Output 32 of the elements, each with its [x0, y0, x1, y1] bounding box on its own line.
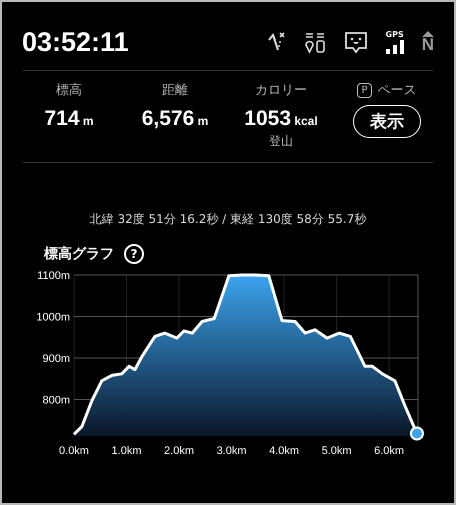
y-axis-label: 1000m: [36, 312, 70, 324]
north-arrow-icon: [422, 31, 434, 37]
activity-label: 登山: [269, 133, 293, 150]
stat-value: 6,576 m: [142, 107, 208, 131]
x-axis-label: 1.0km: [112, 445, 142, 457]
stat-value: 714 m: [44, 107, 94, 131]
x-axis-label: 4.0km: [269, 445, 300, 457]
current-position-dot: [410, 426, 424, 440]
stat-label: 標高: [56, 82, 82, 99]
stat-label: カロリー: [255, 82, 307, 99]
x-axis-label: 6.0km: [374, 445, 404, 457]
parking-badge: P: [357, 82, 372, 98]
y-axis-label: 900m: [42, 353, 70, 365]
face-bubble-icon[interactable]: [344, 30, 368, 54]
show-button[interactable]: 表示: [353, 105, 421, 138]
y-axis-label: 1100m: [37, 270, 70, 282]
graph-title: 標高グラフ: [44, 245, 114, 263]
elapsed-time: 03:52:11: [22, 26, 129, 58]
gps-label: GPS: [386, 30, 404, 39]
x-axis-label: 3.0km: [216, 445, 247, 457]
stat-label: 距離: [162, 82, 188, 99]
north-label: N: [422, 37, 434, 53]
x-axis-label: 0.0km: [59, 445, 89, 457]
signal-icon: [386, 40, 404, 54]
pins-icon[interactable]: [304, 30, 326, 54]
coordinates-text: 北緯 32度 51分 16.2秒 / 東経 130度 58分 55.7秒: [88, 211, 368, 228]
x-axis-label: 5.0km: [322, 445, 352, 457]
help-icon[interactable]: ?: [124, 244, 144, 264]
stat-value: 1053 kcal: [244, 107, 318, 131]
pace-label: ペース: [378, 82, 417, 99]
y-axis-label: 800m: [42, 394, 70, 406]
x-axis-label: 2.0km: [164, 445, 194, 457]
